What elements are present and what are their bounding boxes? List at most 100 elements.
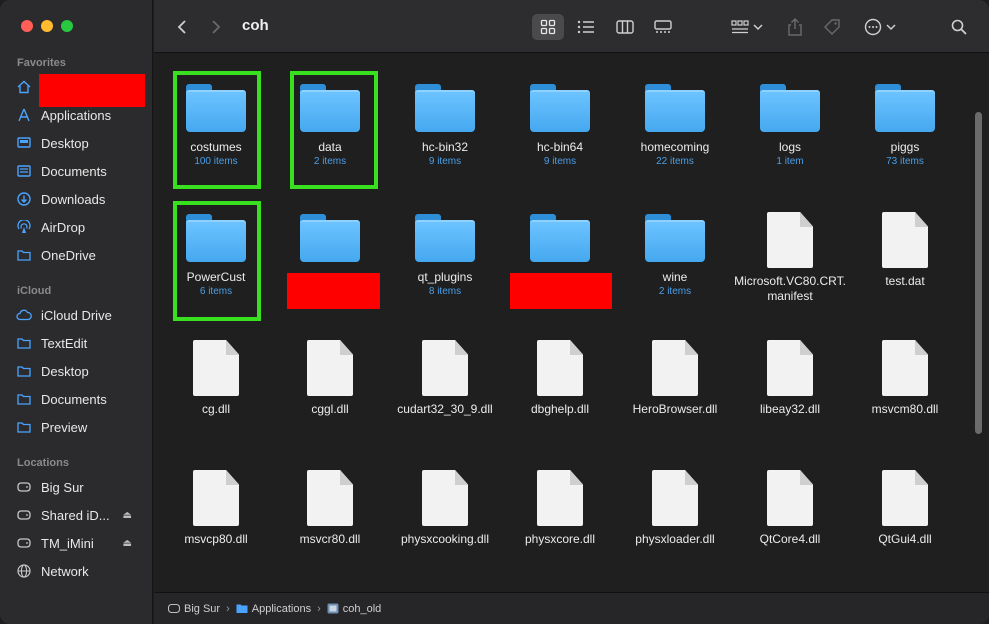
list-view-button[interactable]: [570, 14, 602, 40]
file-item[interactable]: physxcooking.dll: [389, 470, 501, 547]
sidebar-item-label: TextEdit: [41, 335, 88, 351]
folder-item[interactable]: logs 1 item: [734, 82, 846, 168]
path-bar: Big Sur › Applications › coh_old: [154, 592, 989, 624]
item-count: 73 items: [886, 156, 924, 167]
sidebar-item-onedrive[interactable]: OneDrive: [13, 243, 148, 267]
ellipsis-circle-icon: [864, 18, 882, 36]
document-icon: [193, 340, 239, 396]
eject-icon[interactable]: ⏏: [123, 538, 132, 549]
folder-item[interactable]: hc-bin64 9 items: [504, 82, 616, 168]
item-name: cudart32_30_9.dll: [397, 402, 493, 416]
search-button[interactable]: [948, 14, 970, 40]
globe-icon: [13, 564, 35, 578]
file-item[interactable]: HeroBrowser.dll: [619, 340, 731, 417]
folder-item[interactable]: [274, 212, 386, 264]
file-item[interactable]: msvcm80.dll: [849, 340, 961, 417]
item-count: 8 items: [428, 286, 462, 297]
eject-icon[interactable]: ⏏: [123, 510, 132, 521]
folder-icon: [645, 82, 705, 134]
item-count: 22 items: [656, 156, 694, 167]
file-item[interactable]: QtCore4.dll: [734, 470, 846, 547]
close-window-button[interactable]: [21, 20, 33, 32]
folder-icon: [415, 82, 475, 134]
sidebar-item-downloads[interactable]: Downloads: [13, 187, 148, 211]
folder-item[interactable]: [504, 212, 616, 264]
app-folder-icon: [327, 603, 339, 614]
group-by-button[interactable]: [726, 14, 768, 40]
file-item[interactable]: physxcore.dll: [504, 470, 616, 547]
sidebar-item-preview[interactable]: Preview: [13, 415, 148, 439]
folder-item[interactable]: hc-bin32 9 items: [389, 82, 501, 168]
back-button[interactable]: [172, 14, 192, 40]
forward-button[interactable]: [206, 14, 226, 40]
file-item[interactable]: libeay32.dll: [734, 340, 846, 417]
minimize-window-button[interactable]: [41, 20, 53, 32]
sidebar-item-icloud-documents[interactable]: Documents: [13, 387, 148, 411]
path-crumb[interactable]: Big Sur: [184, 603, 220, 615]
document-icon: [307, 340, 353, 396]
folder-icon: [530, 82, 590, 134]
sidebar-item-icloud-desktop[interactable]: Desktop: [13, 359, 148, 383]
sidebar-item-airdrop[interactable]: AirDrop: [13, 215, 148, 239]
sidebar-item-network[interactable]: Network: [13, 559, 148, 583]
sidebar-item-applications[interactable]: Applications: [13, 103, 148, 127]
file-item[interactable]: physxloader.dll: [619, 470, 731, 547]
grid-icon: [540, 19, 556, 35]
more-actions-button[interactable]: [860, 14, 900, 40]
folder-item[interactable]: qt_plugins 8 items: [389, 212, 501, 298]
item-name: hc-bin32: [421, 140, 469, 154]
sidebar-item-big-sur[interactable]: Big Sur: [13, 475, 148, 499]
item-name: piggs: [890, 140, 920, 154]
file-item[interactable]: Microsoft.VC80.CRT.manifest: [734, 212, 846, 304]
gallery-view-button[interactable]: [647, 14, 679, 40]
columns-icon: [616, 20, 634, 34]
toolbar: coh: [154, 0, 989, 53]
vertical-scrollbar[interactable]: [975, 112, 982, 434]
applications-folder-icon: [236, 603, 248, 614]
tags-button[interactable]: [820, 14, 844, 40]
file-item[interactable]: cg.dll: [160, 340, 272, 417]
sidebar-item-label: Shared iD...: [41, 507, 110, 523]
icon-view-button[interactable]: [532, 14, 564, 40]
chevron-down-icon: [886, 24, 896, 31]
zoom-window-button[interactable]: [61, 20, 73, 32]
sidebar-item-tm-imini[interactable]: TM_iMini ⏏: [13, 531, 148, 555]
document-icon: [307, 470, 353, 526]
item-name: qt_plugins: [417, 270, 473, 284]
file-item[interactable]: msvcr80.dll: [274, 470, 386, 547]
folder-icon: [13, 249, 35, 261]
highlight-box: [173, 71, 261, 189]
file-item[interactable]: QtGui4.dll: [849, 470, 961, 547]
path-crumb[interactable]: Applications: [252, 603, 311, 615]
folder-item[interactable]: homecoming 22 items: [619, 82, 731, 168]
sidebar-item-textedit[interactable]: TextEdit: [13, 331, 148, 355]
sidebar-item-desktop[interactable]: Desktop: [13, 131, 148, 155]
folder-icon: [13, 421, 35, 433]
file-item[interactable]: cggl.dll: [274, 340, 386, 417]
item-name: msvcm80.dll: [871, 402, 939, 416]
path-crumb[interactable]: coh_old: [343, 603, 382, 615]
folder-icon: [300, 212, 360, 264]
sidebar-section-favorites: Favorites: [17, 57, 66, 69]
sidebar-item-icloud-drive[interactable]: iCloud Drive: [13, 303, 148, 327]
folder-item[interactable]: wine 2 items: [619, 212, 731, 298]
column-view-button[interactable]: [609, 14, 641, 40]
folder-icon: [645, 212, 705, 264]
sidebar-item-label: iCloud Drive: [41, 307, 112, 323]
share-button[interactable]: [784, 14, 806, 40]
sidebar-item-label: Desktop: [41, 363, 89, 379]
file-item[interactable]: dbghelp.dll: [504, 340, 616, 417]
file-grid: costumes 100 items data 2 items hc-bin32 9 it…: [154, 54, 989, 592]
folder-icon: [875, 82, 935, 134]
highlight-box: [290, 71, 378, 189]
folder-icon: [530, 212, 590, 264]
sidebar-item-documents[interactable]: Documents: [13, 159, 148, 183]
window-controls: [21, 20, 73, 32]
file-item[interactable]: test.dat: [849, 212, 961, 289]
folder-item[interactable]: piggs 73 items: [849, 82, 961, 168]
file-item[interactable]: cudart32_30_9.dll: [389, 340, 501, 417]
document-icon: [882, 212, 928, 268]
file-item[interactable]: msvcp80.dll: [160, 470, 272, 547]
path-separator: ›: [317, 602, 321, 615]
sidebar-item-shared[interactable]: Shared iD... ⏏: [13, 503, 148, 527]
